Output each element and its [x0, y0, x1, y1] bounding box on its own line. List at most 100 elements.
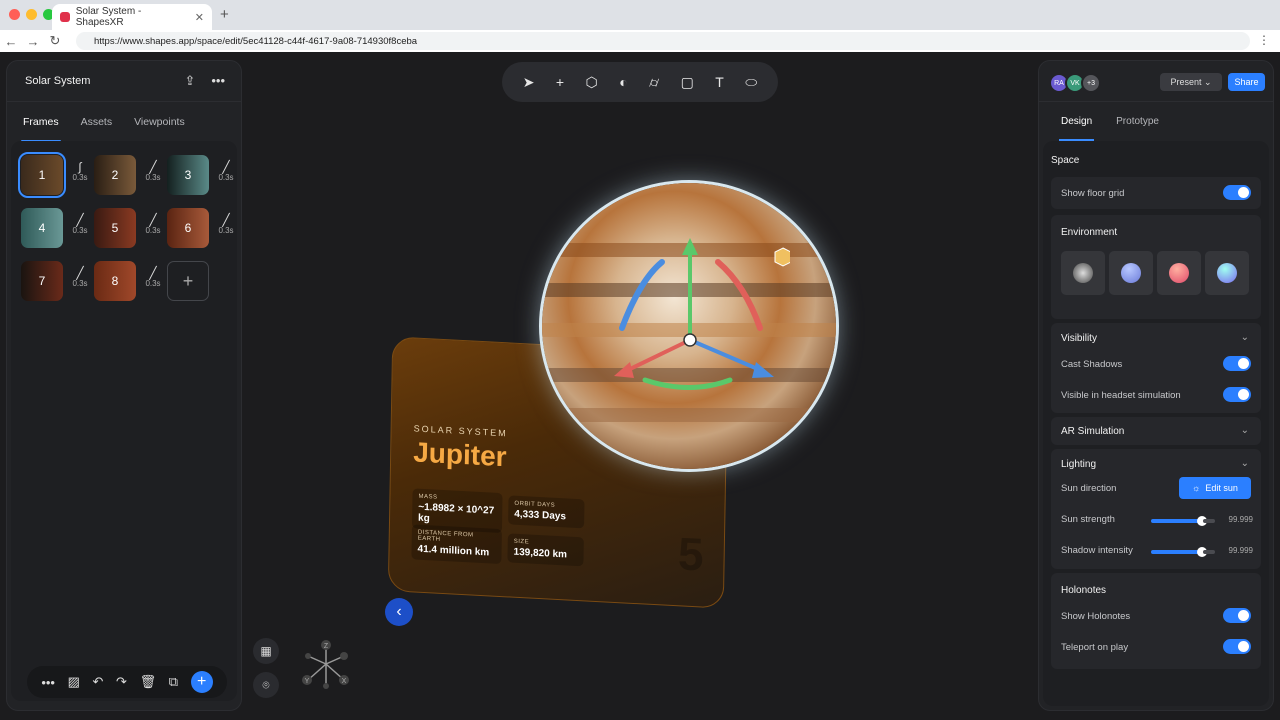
focus-view-icon[interactable]: ⌾ [253, 672, 279, 698]
frame-thumbnail[interactable]: 6 [167, 208, 209, 248]
transition[interactable]: ╱ 0.3s [215, 214, 237, 235]
minimize-window-button[interactable] [26, 9, 37, 20]
edit-sun-button[interactable]: ☼ Edit sun [1179, 477, 1251, 499]
select-tool-icon[interactable]: ➤ [523, 74, 535, 91]
browser-menu-icon[interactable]: ⋮ [1258, 33, 1270, 47]
cast-shadows-toggle[interactable] [1223, 356, 1251, 371]
add-button[interactable]: + [190, 671, 213, 693]
stat-value: 41.4 million km [417, 543, 490, 559]
frame-thumbnail[interactable]: 8 [94, 261, 136, 301]
transform-gizmo[interactable] [600, 230, 790, 400]
axis-dot[interactable] [340, 652, 348, 660]
axis-dot[interactable] [305, 653, 311, 659]
address-bar[interactable]: https://www.shapes.app/space/edit/5ec411… [76, 32, 1250, 50]
material-tool-icon[interactable]: ◐ [619, 74, 627, 90]
previous-frame-button[interactable]: ‹ [385, 598, 413, 626]
url-text: https://www.shapes.app/space/edit/5ec411… [94, 35, 418, 47]
chevron-down-icon[interactable]: ⌄ [1241, 458, 1249, 469]
shadow-intensity-slider[interactable] [1151, 547, 1215, 557]
axis-dot[interactable] [323, 683, 329, 689]
forward-icon[interactable]: → [22, 34, 44, 49]
scale-handle-icon[interactable] [774, 247, 790, 267]
chevron-down-icon[interactable]: ⌄ [1241, 332, 1249, 343]
reload-icon[interactable]: ↻ [44, 33, 66, 49]
transition[interactable]: ╱ 0.3s [69, 267, 91, 288]
tab-design[interactable]: Design [1058, 116, 1095, 141]
duplicate-icon[interactable]: ⧉ [169, 674, 178, 690]
frame-thumbnail[interactable]: 3 [167, 155, 209, 195]
add-frame-button[interactable]: + [167, 261, 209, 301]
transition[interactable]: ╱ 0.3s [69, 214, 91, 235]
add-tool-icon[interactable]: + [556, 74, 564, 90]
floor-grid-toggle[interactable] [1223, 185, 1251, 200]
rotate-handle-y[interactable] [642, 377, 733, 390]
rotate-handle-z[interactable] [619, 259, 665, 331]
more-icon[interactable]: ••• [211, 73, 225, 89]
environment-option-hdri[interactable] [1061, 251, 1105, 295]
present-button[interactable]: Present ⌄ [1160, 73, 1222, 91]
arrow-x-icon[interactable] [614, 362, 634, 378]
back-icon[interactable]: ← [0, 34, 22, 49]
headset-sim-toggle[interactable] [1223, 387, 1251, 402]
transition-duration: 0.3s [72, 173, 88, 182]
frame-thumbnail[interactable]: 1 [18, 152, 66, 198]
visibility-section: Visibility ⌄ Cast Shadows Visible in hea… [1051, 323, 1261, 413]
show-holonotes-toggle[interactable] [1223, 608, 1251, 623]
teleport-label: Teleport on play [1061, 642, 1129, 653]
avatar-overflow[interactable]: +3 [1081, 73, 1101, 93]
tab-frames[interactable]: Frames [21, 116, 61, 142]
stat-value: ~1.8982 × 10^27 kg [418, 501, 495, 525]
frame-number: 4 [38, 221, 46, 235]
environment-option-blue[interactable] [1109, 251, 1153, 295]
environment-option-cyan[interactable] [1205, 251, 1249, 295]
orientation-gizmo[interactable]: Z Y X [298, 636, 354, 692]
transition[interactable]: ╱ 0.3s [142, 161, 164, 182]
browser-tab[interactable]: Solar System - ShapesXR ✕ [52, 4, 212, 30]
text-tool-icon[interactable]: T [715, 74, 724, 90]
share-button[interactable]: Share [1228, 73, 1265, 91]
ar-simulation-section[interactable]: AR Simulation ⌄ [1051, 417, 1261, 445]
slider-track [1203, 550, 1215, 554]
environment-option-sunset[interactable] [1157, 251, 1201, 295]
environment-icon[interactable]: ▨ [68, 674, 80, 690]
frame-number: 7 [38, 274, 46, 288]
new-tab-icon[interactable]: + [220, 6, 229, 23]
frame-tool-icon[interactable]: ▢ [681, 74, 694, 91]
tab-assets[interactable]: Assets [81, 116, 113, 128]
frame-thumbnail[interactable]: 2 [94, 155, 136, 195]
export-icon[interactable]: ⇪ [184, 73, 195, 89]
frame-thumbnail[interactable]: 5 [94, 208, 136, 248]
grid-toggle-icon[interactable]: ▦ [253, 638, 279, 664]
sun-strength-slider[interactable] [1151, 516, 1215, 526]
transition-linear-icon: ╱ [149, 213, 157, 227]
collaborators: RA VK +3 [1049, 73, 1101, 93]
tab-prototype[interactable]: Prototype [1116, 116, 1159, 127]
capsule-tool-icon[interactable]: ⬭ [745, 74, 757, 91]
transition[interactable]: ╱ 0.3s [142, 267, 164, 288]
tab-viewpoints[interactable]: Viewpoints [134, 116, 185, 128]
gizmo-center[interactable] [683, 333, 697, 347]
frame-thumbnail[interactable]: 4 [21, 208, 63, 248]
arrow-z-icon[interactable] [752, 362, 774, 378]
move-axis-z[interactable] [689, 338, 761, 372]
delete-icon[interactable]: 🗑 [140, 674, 157, 690]
transition[interactable]: ╱ 0.3s [215, 161, 237, 182]
sun-strength-value: 99.999 [1228, 515, 1253, 524]
cylinder-tool-icon[interactable]: ⌭ [649, 74, 659, 91]
frame-thumbnail[interactable]: 7 [21, 261, 63, 301]
card-title: Jupiter [412, 436, 507, 473]
teleport-toggle[interactable] [1223, 639, 1251, 654]
more-icon[interactable]: ••• [41, 675, 55, 690]
chevron-down-icon[interactable]: ⌄ [1241, 425, 1249, 436]
undo-icon[interactable]: ↶ [93, 674, 104, 690]
transition[interactable]: ∫ 0.3s [69, 161, 91, 182]
transition[interactable]: ╱ 0.3s [142, 214, 164, 235]
redo-icon[interactable]: ↷ [116, 674, 127, 690]
close-window-button[interactable] [9, 9, 20, 20]
close-tab-icon[interactable]: ✕ [195, 11, 204, 24]
lighting-section: Lighting ⌄ Sun direction ☼ Edit sun Sun s… [1051, 449, 1261, 569]
rotate-handle-x[interactable] [715, 259, 763, 331]
arrow-y-icon[interactable] [682, 238, 698, 255]
cube-tool-icon[interactable]: ⬡ [586, 74, 598, 91]
move-axis-x[interactable] [627, 338, 691, 372]
